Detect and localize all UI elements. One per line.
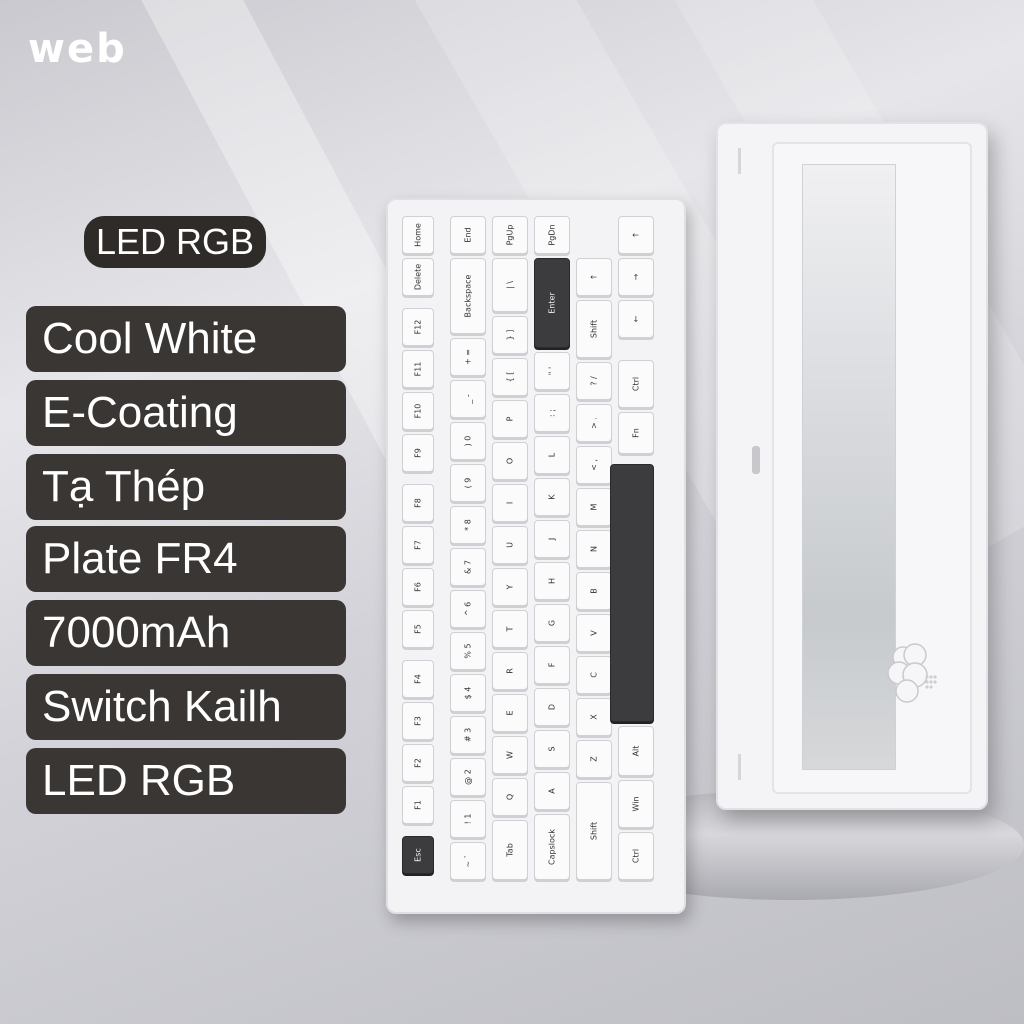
key: →: [618, 258, 654, 296]
key: ^ 6: [450, 590, 486, 628]
key: F1: [402, 786, 434, 824]
key: @ 2: [450, 758, 486, 796]
key: " ': [534, 352, 570, 390]
key: ) 0: [450, 422, 486, 460]
key: ? /: [576, 362, 612, 400]
key: { [: [492, 358, 528, 396]
key: + =: [450, 338, 486, 376]
key: ↑: [618, 216, 654, 254]
key: : ;: [534, 394, 570, 432]
key: L: [534, 436, 570, 474]
key: % 5: [450, 632, 486, 670]
key: A: [534, 772, 570, 810]
key-home: Home: [402, 216, 434, 254]
spec-e-coating: E-Coating: [26, 380, 346, 446]
key: F4: [402, 660, 434, 698]
key: U: [492, 526, 528, 564]
key: F3: [402, 702, 434, 740]
key-delete: Delete: [402, 258, 434, 296]
key: I: [492, 484, 528, 522]
key: O: [492, 442, 528, 480]
key: T: [492, 610, 528, 648]
key: | \: [492, 258, 528, 312]
key: & 7: [450, 548, 486, 586]
key: _ -: [450, 380, 486, 418]
spec-switch: Switch Kailh: [26, 674, 346, 740]
key: F11: [402, 350, 434, 388]
key: D: [534, 688, 570, 726]
key: * 8: [450, 506, 486, 544]
key: F7: [402, 526, 434, 564]
key: F: [534, 646, 570, 684]
key: ( 9: [450, 464, 486, 502]
key: R: [492, 652, 528, 690]
key-win: Win: [618, 780, 654, 828]
key: > .: [576, 404, 612, 442]
key: } ]: [492, 316, 528, 354]
key-capslock: Capslock: [534, 814, 570, 880]
key: M: [576, 488, 612, 526]
key: B: [576, 572, 612, 610]
spec-battery: 7000mAh: [26, 600, 346, 666]
key: E: [492, 694, 528, 732]
key: < ,: [576, 446, 612, 484]
key: F9: [402, 434, 434, 472]
key: G: [534, 604, 570, 642]
key-spacebar: [610, 464, 654, 722]
key-ctrl: Ctrl: [618, 832, 654, 880]
key: Y: [492, 568, 528, 606]
key: Z: [576, 740, 612, 778]
keyboard-image: Home Delete F12 F11 F10 F9 F8 F7 F6 F5 F…: [386, 198, 686, 914]
key: H: [534, 562, 570, 600]
key: W: [492, 736, 528, 774]
brand-logo: web: [28, 26, 127, 72]
spec-led: LED RGB: [26, 748, 346, 814]
key: C: [576, 656, 612, 694]
frosted-glass-panel: [802, 164, 937, 770]
key: F6: [402, 568, 434, 606]
key: N: [576, 530, 612, 568]
spec-plate: Plate FR4: [26, 526, 346, 592]
key: F12: [402, 308, 434, 346]
key: J: [534, 520, 570, 558]
case-latch: [752, 446, 760, 474]
key: K: [534, 478, 570, 516]
key-end: End: [450, 216, 486, 254]
key-shift: Shift: [576, 782, 612, 880]
spec-weight: Tạ Thép: [26, 454, 346, 520]
key: V: [576, 614, 612, 652]
key: F5: [402, 610, 434, 648]
keyboard-case-image: [716, 122, 988, 810]
cloud-icon: [887, 643, 937, 703]
key: F8: [402, 484, 434, 522]
key-pgdn: PgDn: [534, 216, 570, 254]
key: S: [534, 730, 570, 768]
case-slot: [738, 754, 741, 780]
key-esc: Esc: [402, 836, 434, 874]
key-pgup: PgUp: [492, 216, 528, 254]
case-slot: [738, 148, 741, 174]
key-alt: Alt: [618, 726, 654, 776]
case-inner-frame: [772, 142, 972, 794]
led-rgb-badge: LED RGB: [84, 216, 267, 268]
key: ←: [618, 300, 654, 338]
key: $ 4: [450, 674, 486, 712]
spec-cool-white: Cool White: [26, 306, 346, 372]
key-ctrl: Ctrl: [618, 360, 654, 408]
key-fn: Fn: [618, 412, 654, 454]
key-tab: Tab: [492, 820, 528, 880]
key: ~ `: [450, 842, 486, 880]
key: Q: [492, 778, 528, 816]
key: ! 1: [450, 800, 486, 838]
key-backspace: Backspace: [450, 258, 486, 334]
key: F10: [402, 392, 434, 430]
key: F2: [402, 744, 434, 782]
key: P: [492, 400, 528, 438]
key-enter: Enter: [534, 258, 570, 348]
key: # 3: [450, 716, 486, 754]
key: ↑: [576, 258, 612, 296]
key-shift: Shift: [576, 300, 612, 358]
key: X: [576, 698, 612, 736]
